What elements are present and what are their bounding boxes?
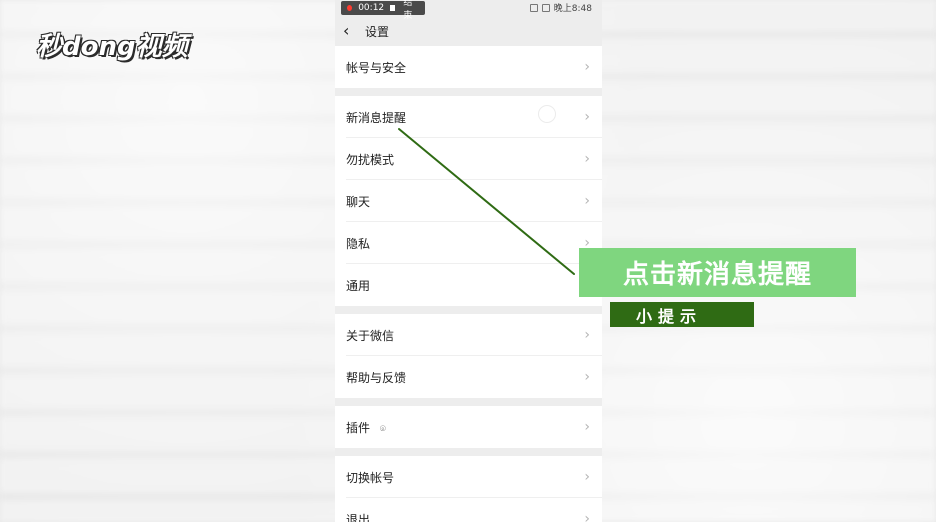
hint-small-label: 小提示: [610, 302, 754, 327]
hint-main-banner: 点击新消息提醒: [579, 248, 856, 297]
pointer-arrow-line: [398, 128, 575, 275]
